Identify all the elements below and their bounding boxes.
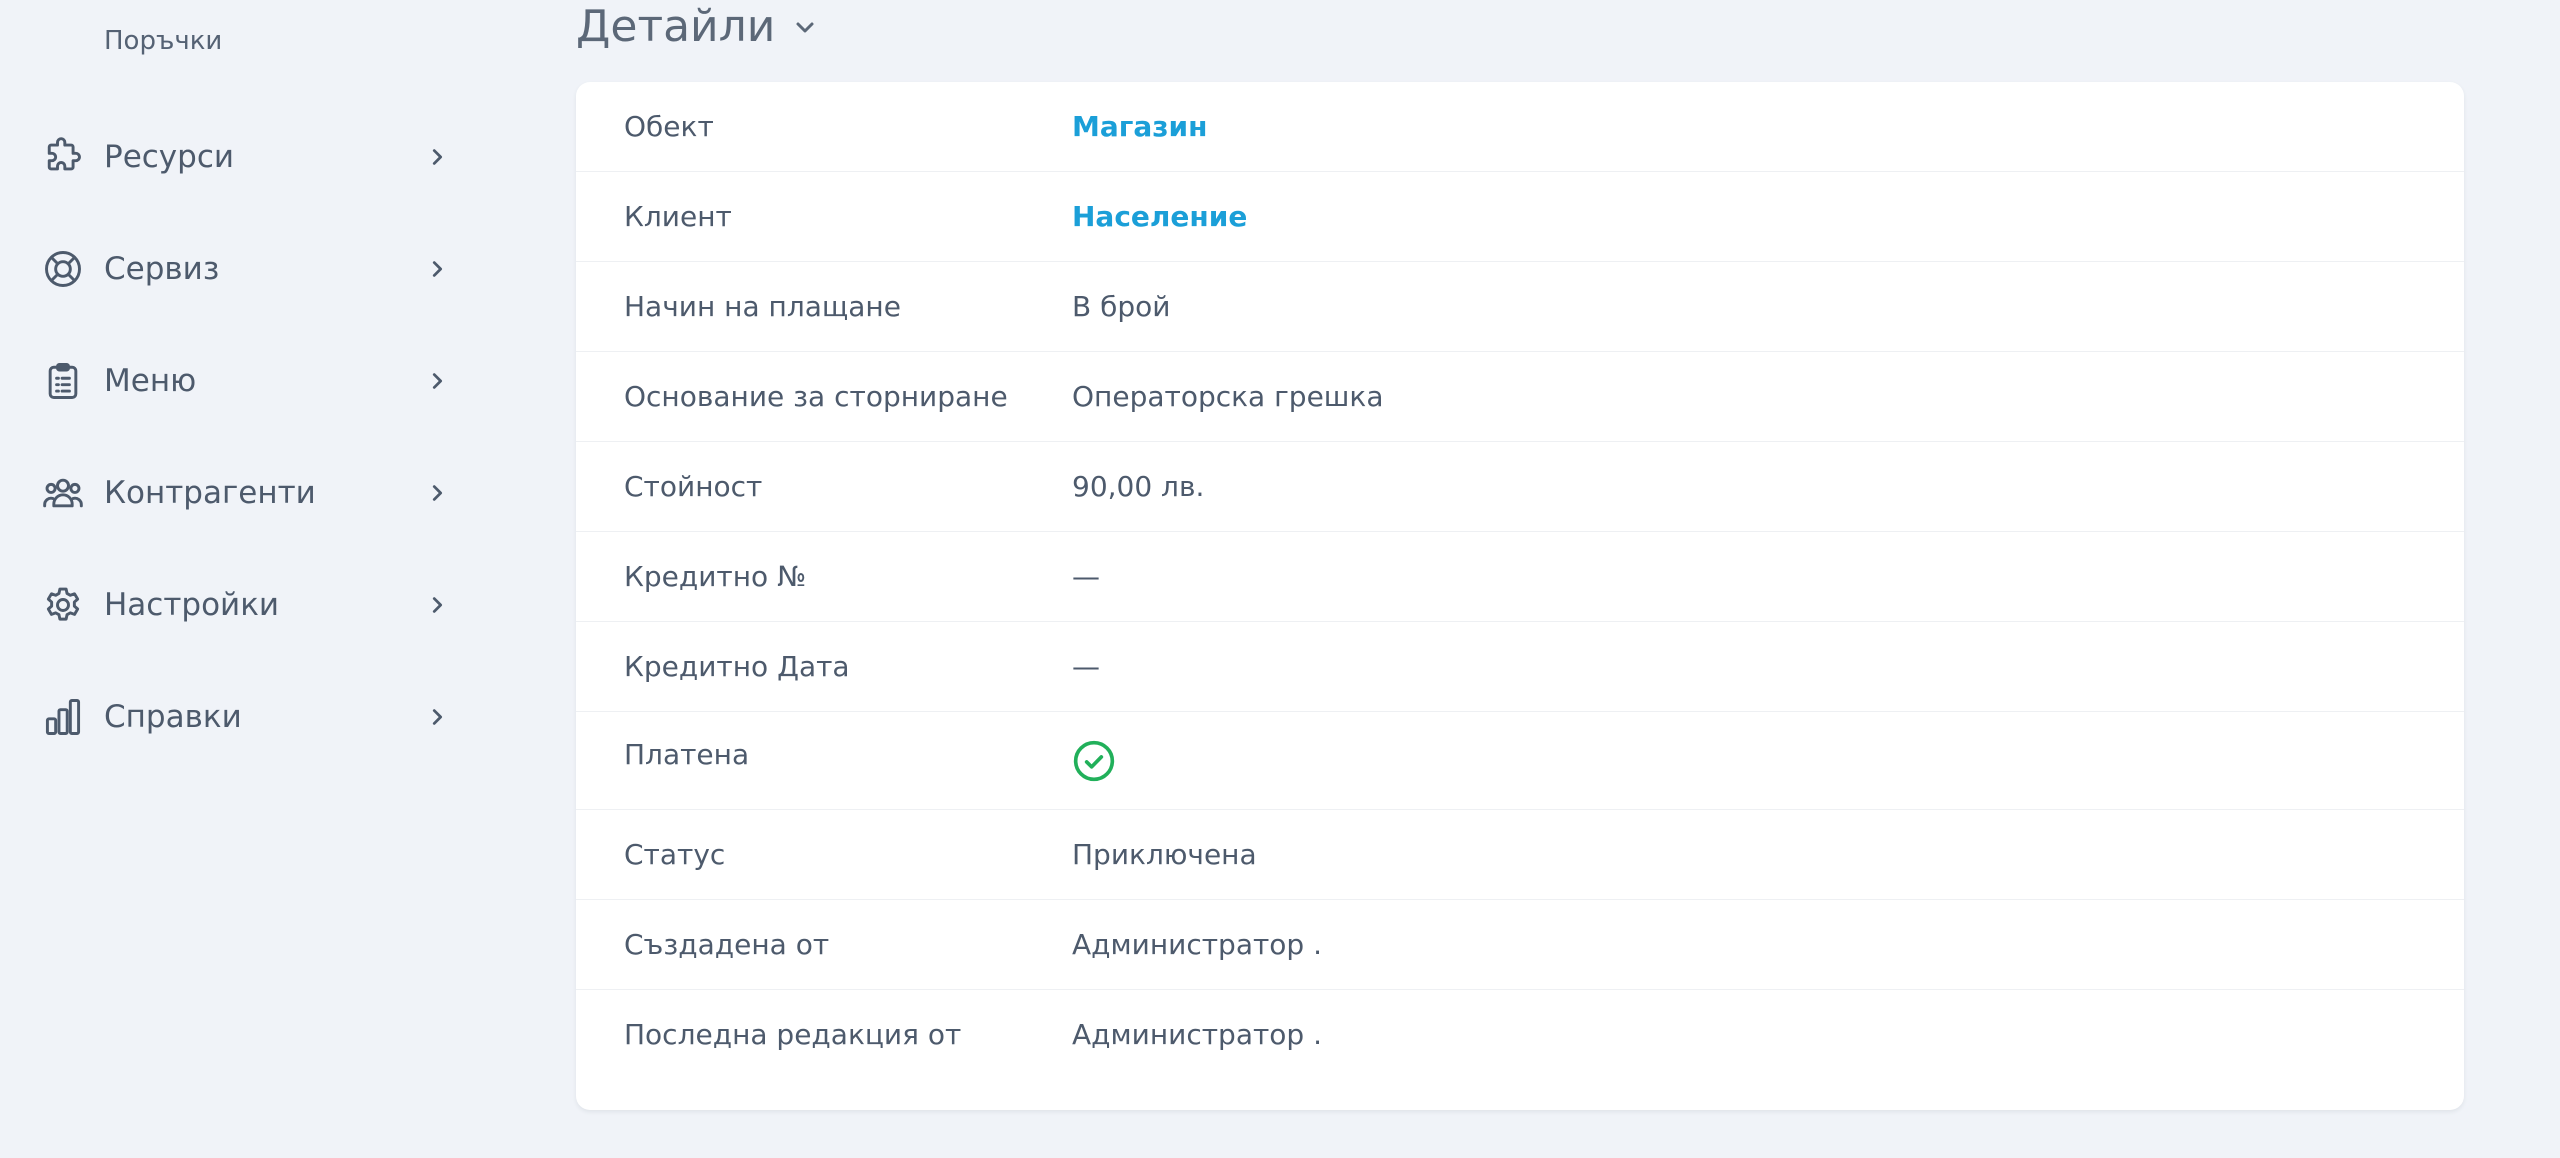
detail-row-last-edited-by: Последна редакция от Администратор . (576, 990, 2464, 1079)
sidebar-item-reports[interactable]: Справки (40, 685, 450, 749)
check-circle-icon (1072, 739, 1116, 783)
detail-value: — (1072, 560, 1100, 593)
detail-label: Последна редакция от (624, 1018, 962, 1051)
details-card: Обект Магазин Клиент Население Начин на … (576, 82, 2464, 1110)
detail-row-credit-number: Кредитно № — (576, 532, 2464, 622)
lifebuoy-icon (40, 246, 86, 292)
detail-label: Статус (624, 838, 726, 871)
clipboard-list-icon (40, 358, 86, 404)
puzzle-icon (40, 134, 86, 180)
detail-row-created-by: Създадена от Администратор . (576, 900, 2464, 990)
detail-value: Приключена (1072, 838, 1257, 871)
detail-row-payment-method: Начин на плащане В брой (576, 262, 2464, 352)
page-title: Детайли (576, 1, 776, 52)
detail-value: Администратор . (1072, 928, 1322, 961)
gear-icon (40, 582, 86, 628)
detail-label: Обект (624, 110, 714, 143)
detail-value: Администратор . (1072, 1018, 1322, 1051)
chevron-right-icon (424, 480, 450, 506)
detail-row-status: Статус Приключена (576, 810, 2464, 900)
chevron-right-icon (424, 704, 450, 730)
detail-label: Кредитно Дата (624, 650, 850, 683)
object-link[interactable]: Магазин (1072, 110, 1208, 143)
detail-label: Кредитно № (624, 560, 807, 593)
chevron-right-icon (424, 144, 450, 170)
sidebar: Поръчки Ресурси Сервиз Меню Контрагенти … (0, 0, 560, 1158)
detail-row-object: Обект Магазин (576, 82, 2464, 172)
detail-label: Платена (624, 738, 750, 771)
sidebar-item-label: Сервиз (104, 251, 220, 287)
detail-row-credit-date: Кредитно Дата — (576, 622, 2464, 712)
chevron-down-icon (793, 14, 819, 40)
sidebar-item-label: Настройки (104, 587, 280, 623)
sidebar-item-settings[interactable]: Настройки (40, 573, 450, 637)
detail-label: Клиент (624, 200, 732, 233)
sidebar-item-menu[interactable]: Меню (40, 349, 450, 413)
detail-value: В брой (1072, 290, 1171, 323)
detail-row-reversal-reason: Основание за сторниране Операторска греш… (576, 352, 2464, 442)
sidebar-item-label: Ресурси (104, 139, 235, 175)
detail-label: Основание за сторниране (624, 380, 1008, 413)
sidebar-item-label: Справки (104, 699, 242, 735)
client-link[interactable]: Население (1072, 200, 1247, 233)
detail-value: 90,00 лв. (1072, 470, 1205, 503)
sidebar-subitem-orders[interactable]: Поръчки (104, 26, 222, 56)
detail-row-amount: Стойност 90,00 лв. (576, 442, 2464, 532)
chevron-right-icon (424, 256, 450, 282)
sidebar-item-label: Контрагенти (104, 475, 316, 511)
sidebar-item-label: Меню (104, 363, 197, 399)
details-heading[interactable]: Детайли (576, 0, 819, 54)
chevron-right-icon (424, 368, 450, 394)
sidebar-item-resources[interactable]: Ресурси (40, 125, 450, 189)
bar-chart-icon (40, 694, 86, 740)
detail-label: Стойност (624, 470, 763, 503)
detail-label: Начин на плащане (624, 290, 901, 323)
detail-row-paid: Платена (576, 712, 2464, 810)
detail-row-client: Клиент Население (576, 172, 2464, 262)
detail-value: Операторска грешка (1072, 380, 1384, 413)
chevron-right-icon (424, 592, 450, 618)
sidebar-item-service[interactable]: Сервиз (40, 237, 450, 301)
detail-label: Създадена от (624, 928, 830, 961)
detail-value: — (1072, 650, 1100, 683)
users-group-icon (40, 470, 86, 516)
sidebar-item-counterparties[interactable]: Контрагенти (40, 461, 450, 525)
